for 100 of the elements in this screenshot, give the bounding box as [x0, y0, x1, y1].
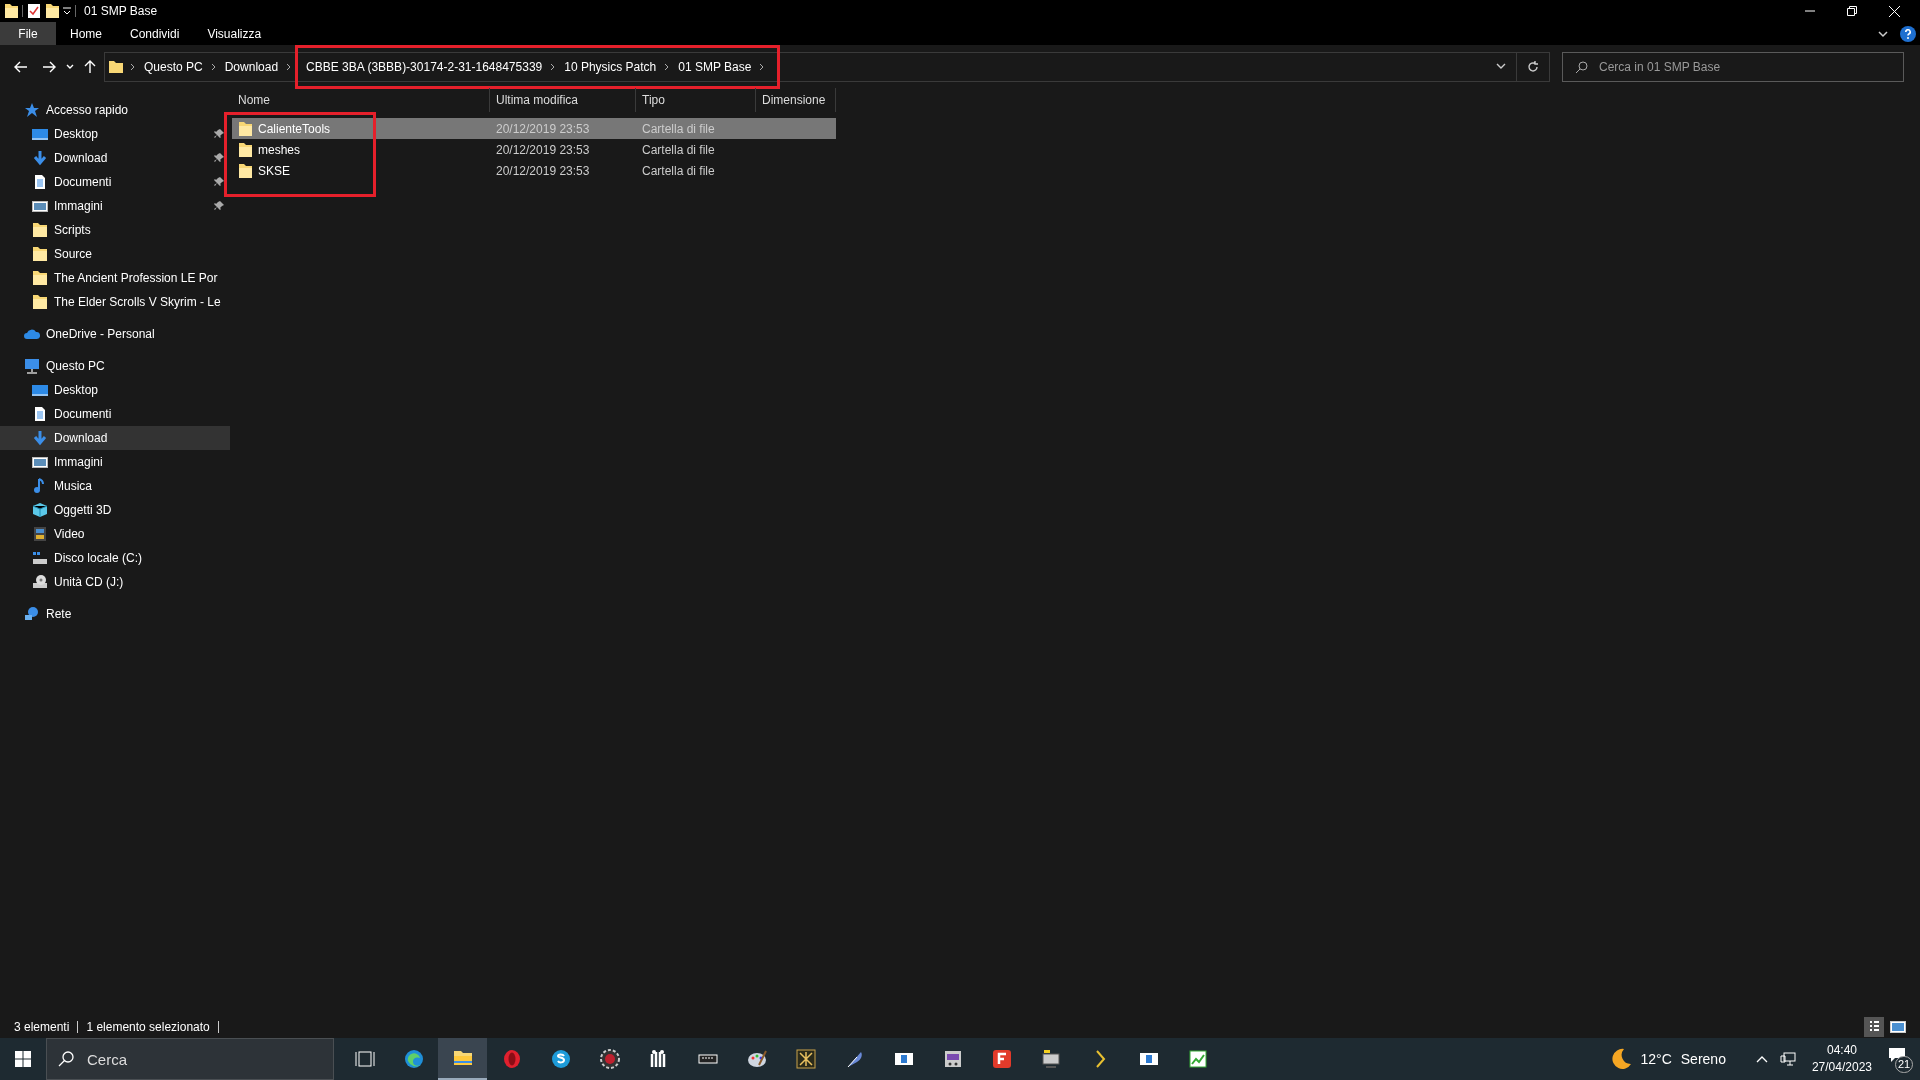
emblem-icon [795, 1049, 816, 1069]
sidebar-item[interactable]: Oggetti 3D [0, 498, 230, 522]
dropdown-icon [63, 6, 71, 16]
file-row[interactable]: CalienteTools 20/12/2019 23:53 Cartella di file [232, 118, 836, 139]
chevron-icon[interactable] [1878, 29, 1888, 38]
search-field[interactable]: Cerca in 01 SMP Base [1562, 51, 1904, 82]
letter-tile-icon [991, 1049, 1012, 1069]
sidebar-item[interactable]: Desktop [0, 122, 230, 146]
sidebar-item[interactable]: Musica [0, 474, 230, 498]
cd-drive-icon [32, 574, 48, 590]
sidebar-item[interactable]: Documenti [0, 402, 230, 426]
clock-time[interactable]: 04:40 [1826, 1042, 1857, 1059]
sidebar-item[interactable]: OneDrive - Personal [0, 322, 230, 346]
up-icon[interactable] [84, 59, 96, 74]
ribbon-tab[interactable]: Condividi [116, 22, 194, 45]
chevron-right-icon [759, 62, 766, 71]
breadcrumb[interactable]: Download [222, 57, 281, 76]
sidebar-item[interactable]: Download [0, 426, 230, 450]
network-icon [24, 606, 40, 622]
palette-icon [746, 1049, 767, 1069]
chat-bubble-icon [550, 1049, 571, 1069]
star-icon [24, 102, 40, 118]
file-row[interactable]: SKSE 20/12/2019 23:53 Cartella di file [232, 160, 836, 181]
chevron-up-icon[interactable] [1755, 1055, 1768, 1063]
help-icon[interactable] [1900, 25, 1916, 42]
sidebar-item[interactable]: The Elder Scrolls V Skyrim - Le [0, 290, 230, 314]
folder-icon [452, 1048, 473, 1068]
sidebar-item[interactable]: Accesso rapido [0, 98, 230, 122]
image-icon [32, 198, 48, 214]
sidebar-item[interactable]: The Ancient Profession LE Por [0, 266, 230, 290]
close-icon[interactable] [1889, 5, 1900, 17]
sidebar-item[interactable]: Questo PC [0, 354, 230, 378]
folder-icon [45, 3, 59, 19]
refresh-icon[interactable] [1527, 60, 1539, 73]
start-icon[interactable] [15, 1051, 31, 1067]
folder-icon [108, 58, 124, 75]
sidebar-item[interactable]: Rete [0, 602, 230, 626]
drive-icon [32, 550, 48, 566]
file-type: Cartella di file [642, 163, 715, 178]
ribbon-tab[interactable]: File [0, 22, 56, 45]
file-type: Cartella di file [642, 121, 715, 136]
breadcrumb[interactable]: Questo PC [142, 57, 205, 76]
forward-icon[interactable] [42, 60, 56, 73]
network-icon[interactable] [1779, 1052, 1796, 1066]
column-header[interactable]: Nome [232, 88, 490, 112]
column-header[interactable]: Ultima modifica [490, 88, 636, 112]
sidebar-item[interactable]: Unità CD (J:) [0, 570, 230, 594]
sidebar-item[interactable]: Disco locale (C:) [0, 546, 230, 570]
status-text: 1 elemento selezionato [86, 1019, 210, 1036]
monitor-icon [1040, 1049, 1061, 1069]
sidebar-item[interactable]: Immagini [0, 194, 230, 218]
desktop-icon [32, 126, 48, 142]
clock-date[interactable]: 27/04/2023 [1811, 1059, 1872, 1076]
film-icon [32, 526, 48, 542]
date-modified: 20/12/2019 23:53 [496, 142, 590, 157]
sidebar-item[interactable]: Desktop [0, 378, 230, 402]
folder-icon [32, 294, 48, 310]
taskbar-button[interactable] [438, 1038, 487, 1080]
sidebar-item[interactable]: Download [0, 146, 230, 170]
chevron-right-icon [130, 62, 136, 71]
folder-icon [4, 3, 18, 19]
window-title: 01 SMP Base [84, 3, 158, 20]
details-view-icon[interactable] [1864, 1017, 1884, 1037]
search-icon [58, 1051, 74, 1067]
taskbar-search-field[interactable]: Cerca [46, 1038, 334, 1080]
document-icon [32, 174, 48, 190]
back-icon[interactable] [14, 60, 28, 73]
weather-condition[interactable]: Sereno [1680, 1048, 1726, 1070]
sidebar-item[interactable]: Video [0, 522, 230, 546]
date-modified: 20/12/2019 23:53 [496, 163, 590, 178]
folder-icon [32, 270, 48, 286]
dropdown-icon[interactable] [1496, 63, 1506, 70]
breadcrumb[interactable]: 01 SMP Base [676, 57, 754, 76]
ribbon-tab[interactable]: Home [56, 22, 116, 45]
ribbon-tab[interactable]: Visualizza [193, 22, 276, 45]
image-icon [32, 454, 48, 470]
sidebar-item[interactable]: Documenti [0, 170, 230, 194]
breadcrumb[interactable]: CBBE 3BA (3BBB)-30174-2-31-1648475339 [304, 57, 545, 76]
column-header[interactable]: Dimensione [756, 88, 836, 112]
temperature[interactable]: 12°C [1640, 1048, 1672, 1070]
search-icon [1575, 60, 1588, 74]
tiles-view-icon[interactable] [1890, 1021, 1906, 1033]
file-row[interactable]: meshes 20/12/2019 23:53 Cartella di file [232, 139, 836, 160]
column-header[interactable]: Tipo [636, 88, 756, 112]
toolbox-icon [942, 1049, 963, 1069]
chevron-right-icon [664, 62, 671, 71]
folder-icon [238, 162, 252, 179]
sidebar-item[interactable]: Immagini [0, 450, 230, 474]
moon-icon [1609, 1048, 1632, 1070]
folder-icon [32, 246, 48, 262]
sidebar-item[interactable]: Source [0, 242, 230, 266]
date-modified: 20/12/2019 23:53 [496, 121, 590, 136]
restore-icon[interactable] [1847, 6, 1857, 16]
document-icon [32, 406, 48, 422]
breadcrumb[interactable]: 10 Physics Patch [562, 57, 659, 76]
status-text: 3 elementi [14, 1019, 70, 1036]
browser-icon [403, 1049, 424, 1069]
gear-icon [599, 1049, 620, 1069]
file-name: meshes [258, 141, 301, 159]
sidebar-item[interactable]: Scripts [0, 218, 230, 242]
